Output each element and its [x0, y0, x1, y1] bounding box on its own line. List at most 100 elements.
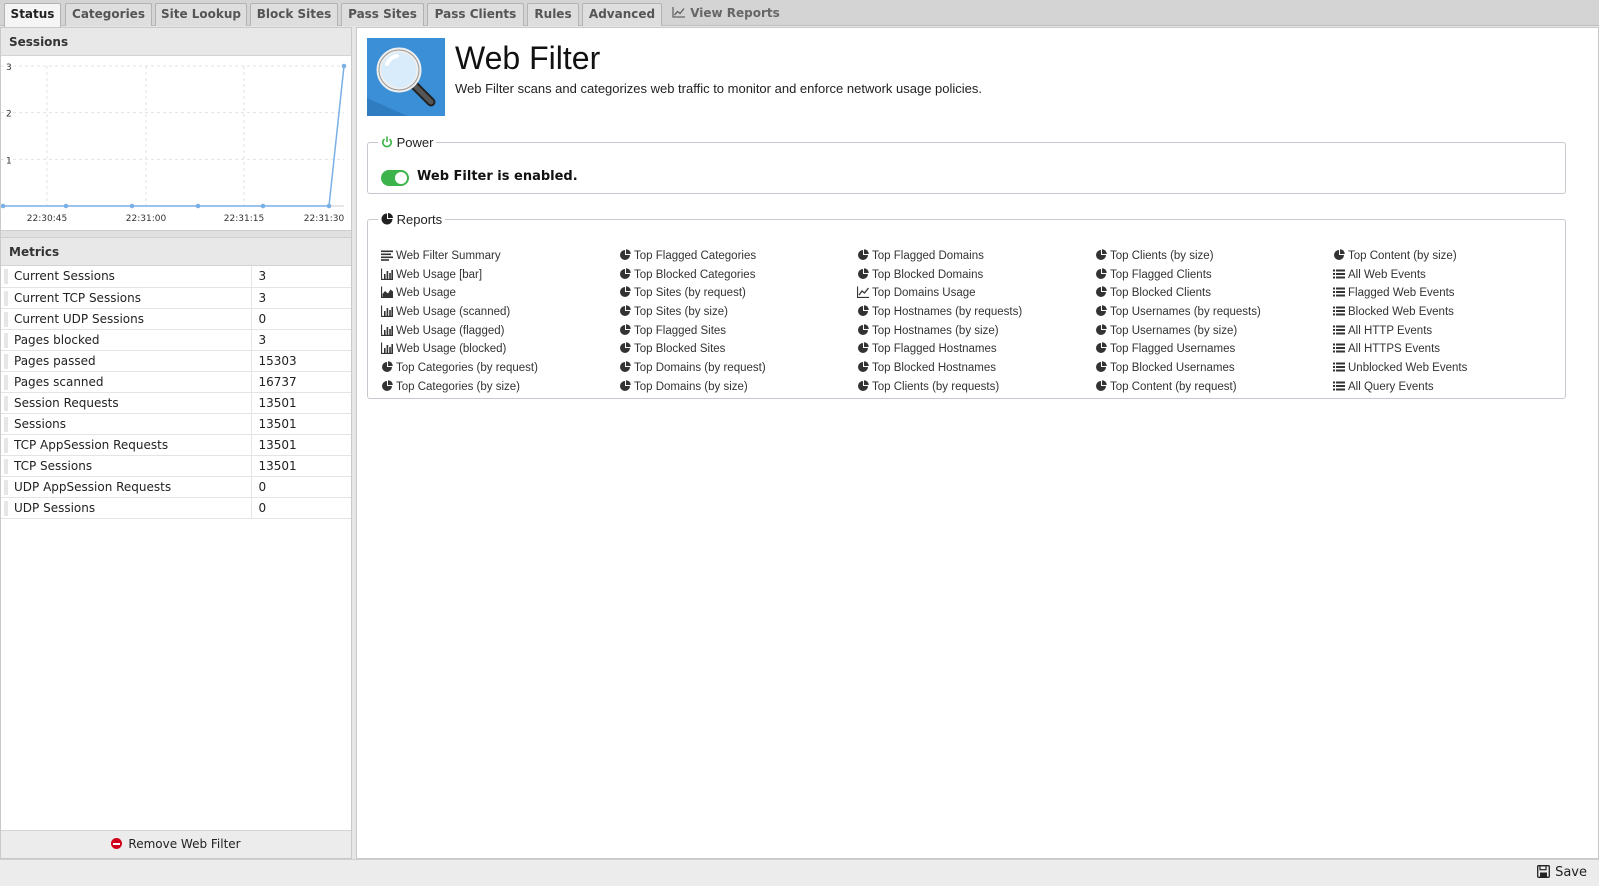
report-link[interactable]: Top Clients (by requests): [857, 379, 999, 395]
metric-row: Pages scanned 16737: [1, 371, 351, 393]
report-link[interactable]: Top Flagged Categories: [619, 248, 756, 264]
tab-block-sites[interactable]: Block Sites: [250, 3, 338, 26]
report-link[interactable]: Top Domains (by size): [619, 379, 748, 395]
report-link[interactable]: Top Domains Usage: [856, 285, 976, 301]
metric-value: 3: [251, 266, 351, 288]
metric-value: 13501: [251, 413, 351, 435]
pie-chart-icon: [1095, 268, 1107, 280]
tab-status[interactable]: Status: [4, 3, 61, 27]
power-section: Power Web Filter is enabled.: [367, 135, 1566, 194]
tab-view-reports[interactable]: View Reports: [670, 3, 782, 26]
report-link[interactable]: Top Blocked Sites: [619, 341, 725, 357]
y-tick-label: 2: [6, 110, 12, 120]
report-label: Unblocked Web Events: [1348, 362, 1468, 374]
report-link[interactable]: All Web Events: [1333, 267, 1426, 283]
metric-value: 0: [251, 476, 351, 498]
panel-splitter[interactable]: [1, 230, 351, 238]
pie-chart-icon: [381, 212, 393, 227]
report-label: Top Clients (by requests): [872, 381, 1000, 393]
report-link[interactable]: Top Content (by size): [1333, 248, 1457, 264]
metric-label: Pages passed: [1, 350, 252, 372]
pie-chart-icon: [857, 268, 869, 280]
report-link[interactable]: Top Usernames (by size): [1095, 323, 1237, 339]
metric-label: Current TCP Sessions: [1, 287, 252, 309]
power-toggle[interactable]: [381, 170, 409, 186]
report-label: Flagged Web Events: [1348, 287, 1455, 299]
pie-chart-icon: [1095, 286, 1107, 298]
save-button[interactable]: Save: [1537, 865, 1587, 882]
report-label: All Query Events: [1348, 381, 1434, 393]
report-link[interactable]: All HTTPS Events: [1333, 341, 1440, 357]
report-link[interactable]: Top Content (by request): [1095, 379, 1237, 395]
report-label: Top Flagged Clients: [1110, 269, 1212, 281]
report-link[interactable]: Top Hostnames (by size): [857, 323, 999, 339]
report-link[interactable]: Web Usage (flagged): [380, 323, 504, 339]
pie-chart-icon: [619, 249, 631, 261]
remove-web-filter-button[interactable]: Remove Web Filter: [1, 830, 351, 858]
line-chart-icon: [856, 286, 870, 299]
report-link[interactable]: Web Usage (blocked): [380, 341, 507, 357]
report-link[interactable]: Top Clients (by size): [1095, 248, 1214, 264]
metric-row: TCP AppSession Requests 13501: [1, 434, 351, 456]
report-link[interactable]: Top Sites (by size): [619, 304, 728, 320]
metric-label: Session Requests: [1, 392, 252, 414]
pie-chart-icon: [1095, 342, 1107, 354]
report-label: Top Blocked Hostnames: [872, 362, 997, 374]
report-label: Blocked Web Events: [1348, 306, 1454, 318]
report-link[interactable]: Top Flagged Sites: [619, 323, 726, 339]
report-label: Top Domains (by request): [634, 362, 766, 374]
report-link[interactable]: Web Usage: [380, 285, 456, 301]
app-main-panel: Web Filter Web Filter scans and categori…: [356, 27, 1599, 859]
report-link[interactable]: Web Filter Summary: [381, 248, 501, 264]
report-link[interactable]: All Query Events: [1333, 379, 1434, 395]
report-link[interactable]: Top Blocked Hostnames: [857, 360, 996, 376]
report-label: Top Hostnames (by requests): [872, 306, 1023, 318]
tab-pass-sites[interactable]: Pass Sites: [341, 3, 424, 26]
report-label: Web Usage (blocked): [396, 343, 507, 355]
list-icon: [1333, 342, 1345, 354]
pie-chart-icon: [857, 324, 869, 336]
report-link[interactable]: Top Blocked Categories: [619, 267, 755, 283]
report-link[interactable]: Flagged Web Events: [1333, 285, 1455, 301]
report-link[interactable]: Top Blocked Domains: [857, 267, 983, 283]
metric-label: TCP AppSession Requests: [1, 434, 252, 456]
power-status-text: Web Filter is enabled.: [417, 169, 578, 184]
report-link[interactable]: Top Flagged Hostnames: [857, 341, 997, 357]
pie-chart-icon: [619, 286, 631, 298]
metric-row: Current Sessions 3: [1, 266, 351, 288]
sessions-panel-title: Sessions: [1, 28, 351, 56]
tab-categories[interactable]: Categories: [65, 3, 152, 26]
pie-chart-icon: [857, 305, 869, 317]
pie-chart-icon: [857, 361, 869, 373]
report-link[interactable]: Top Flagged Usernames: [1095, 341, 1235, 357]
report-link[interactable]: Top Blocked Clients: [1095, 285, 1211, 301]
metric-row: Current UDP Sessions 0: [1, 308, 351, 330]
tab-advanced[interactable]: Advanced: [582, 3, 662, 26]
report-link[interactable]: Top Categories (by size): [381, 379, 520, 395]
report-link[interactable]: Top Flagged Domains: [857, 248, 984, 264]
tab-pass-clients[interactable]: Pass Clients: [427, 3, 524, 26]
report-label: Web Usage (scanned): [396, 306, 511, 318]
report-link[interactable]: Top Domains (by request): [619, 360, 766, 376]
report-link[interactable]: All HTTP Events: [1333, 323, 1432, 339]
report-label: Top Blocked Domains: [872, 269, 984, 281]
report-link[interactable]: Blocked Web Events: [1333, 304, 1454, 320]
report-link[interactable]: Top Blocked Usernames: [1095, 360, 1235, 376]
metric-row: Pages passed 15303: [1, 350, 351, 372]
report-link[interactable]: Top Flagged Clients: [1095, 267, 1212, 283]
report-label: Top Domains (by size): [634, 381, 748, 393]
sessions-data-point: [341, 63, 347, 69]
report-link[interactable]: Unblocked Web Events: [1333, 360, 1467, 376]
report-link[interactable]: Top Usernames (by requests): [1095, 304, 1261, 320]
app-description: Web Filter scans and categorizes web tra…: [455, 81, 983, 96]
report-link[interactable]: Top Sites (by request): [619, 285, 746, 301]
report-link[interactable]: Top Categories (by request): [381, 360, 538, 376]
sessions-chart: 1 2 3 22:30:45 22:31:00 22:31:15 22:31:30: [1, 56, 351, 230]
report-label: Top Usernames (by requests): [1110, 306, 1261, 318]
metric-value: 0: [251, 308, 351, 330]
tab-site-lookup[interactable]: Site Lookup: [155, 3, 247, 26]
report-link[interactable]: Web Usage (scanned): [380, 304, 511, 320]
tab-rules[interactable]: Rules: [527, 3, 579, 26]
report-link[interactable]: Top Hostnames (by requests): [857, 304, 1022, 320]
report-link[interactable]: Web Usage [bar]: [380, 267, 482, 283]
